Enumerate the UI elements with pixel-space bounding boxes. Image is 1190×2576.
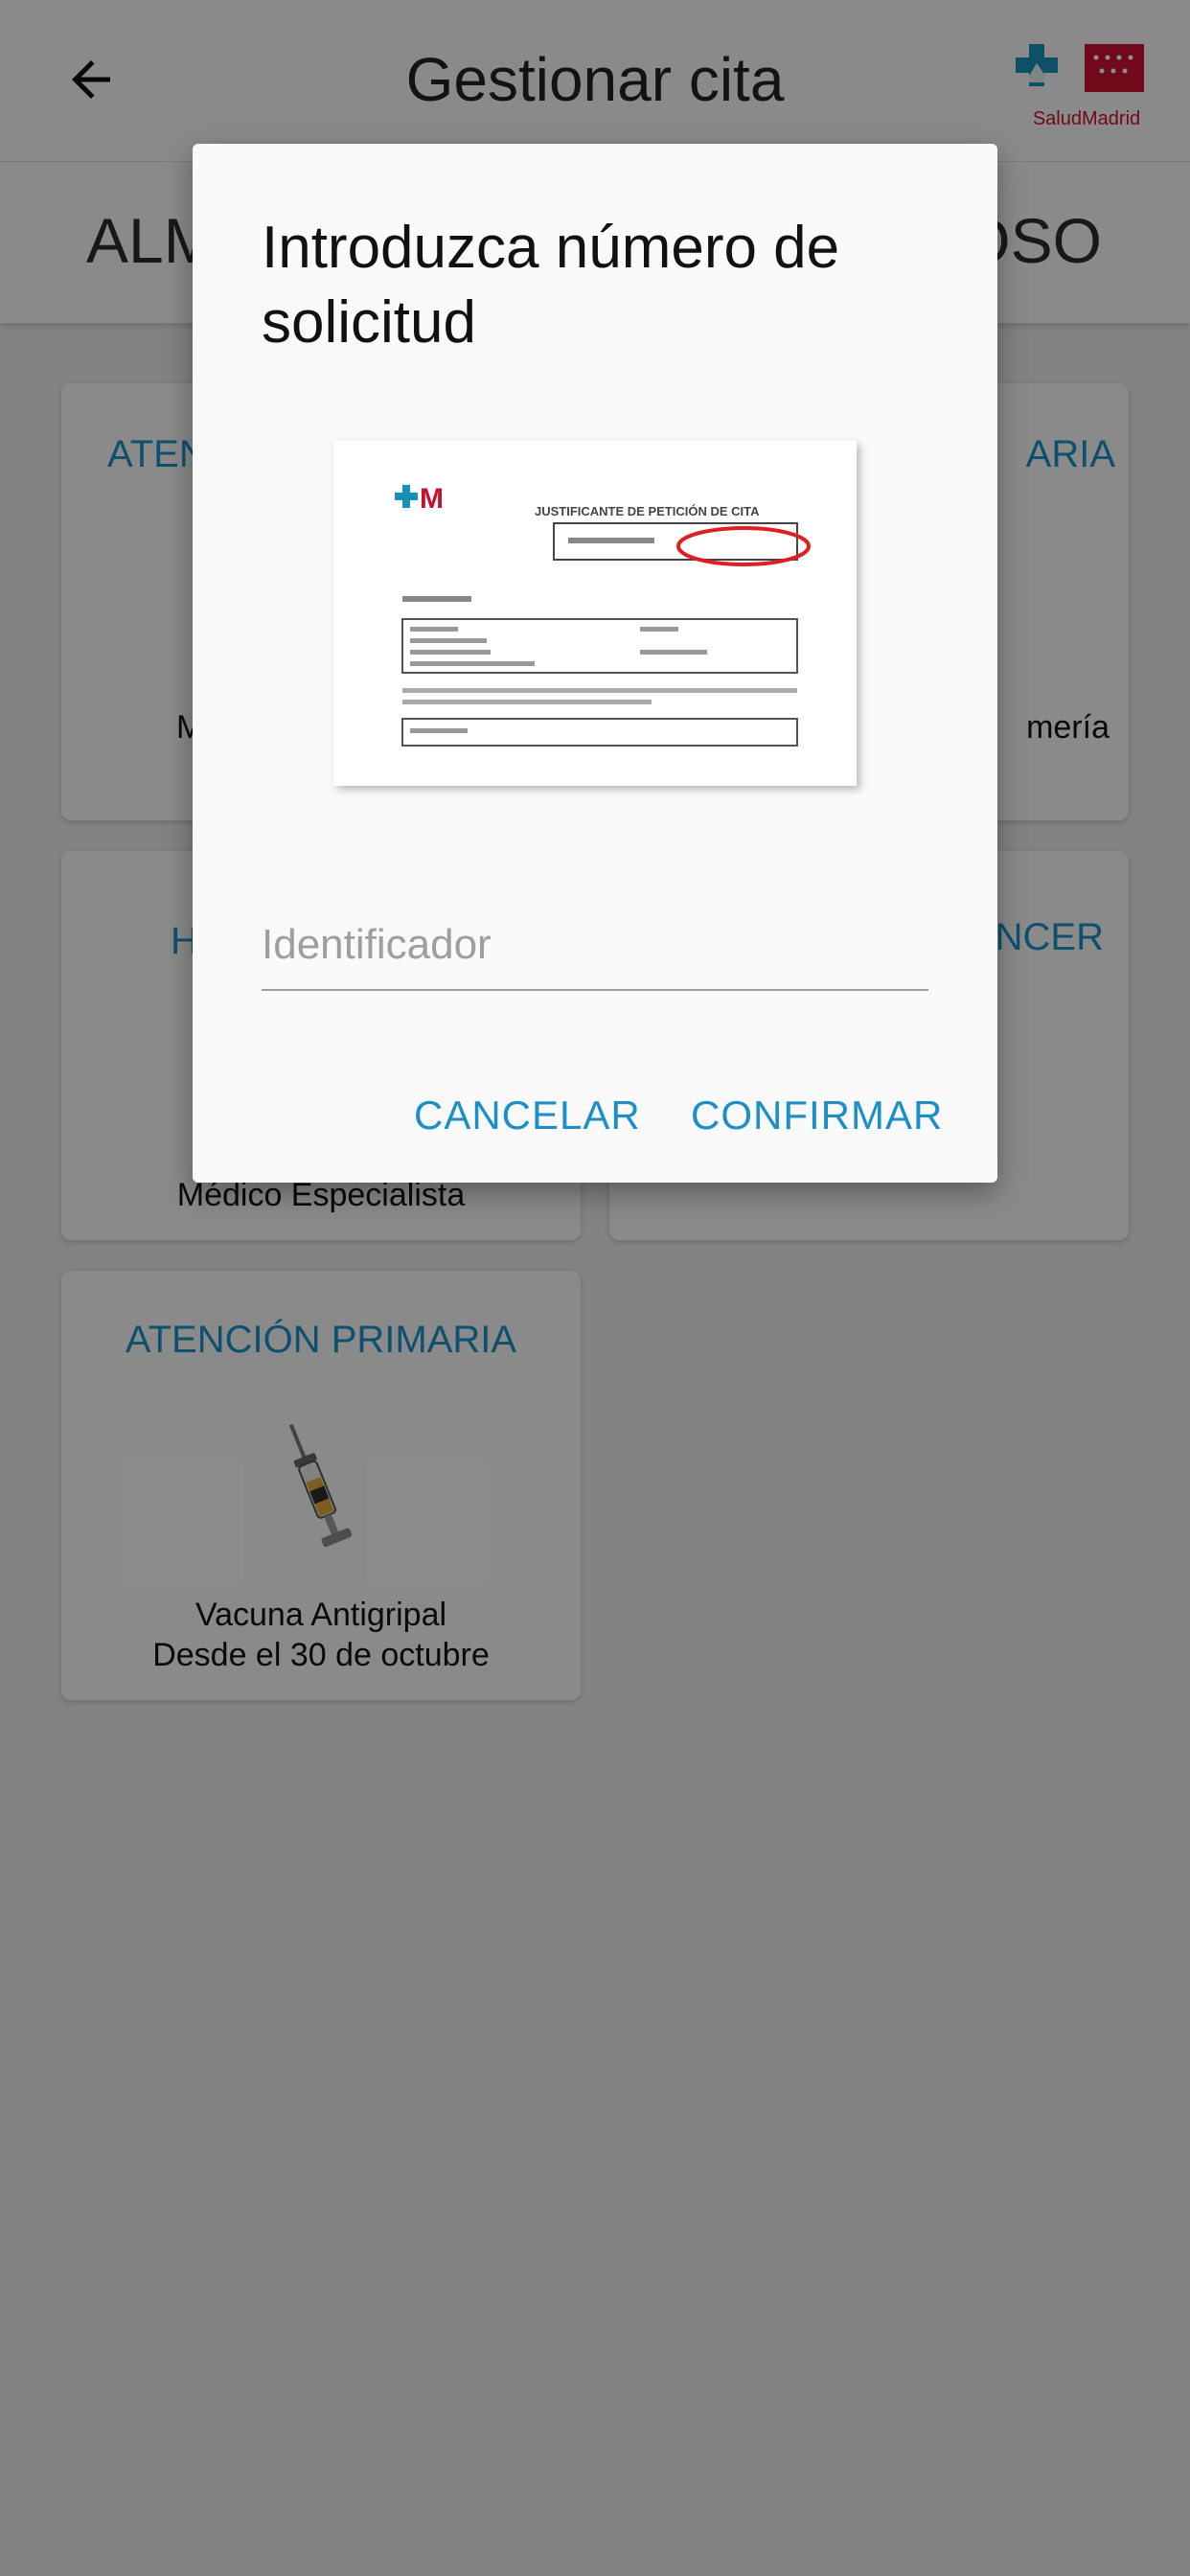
identifier-input[interactable] [262,901,928,991]
request-number-dialog: Introduzca número de solicitud M JUSTIFI… [193,144,997,1183]
receipt-illustration: M JUSTIFICANTE DE PETICIÓN DE CITA [395,483,811,747]
confirm-button[interactable]: CONFIRMAR [691,1092,943,1138]
svg-text:M: M [420,483,444,515]
cancel-button[interactable]: CANCELAR [414,1092,641,1138]
receipt-header: JUSTIFICANTE DE PETICIÓN DE CITA [535,504,760,518]
receipt-example-image: M JUSTIFICANTE DE PETICIÓN DE CITA [333,441,857,786]
dialog-title: Introduzca número de solicitud [262,215,840,356]
